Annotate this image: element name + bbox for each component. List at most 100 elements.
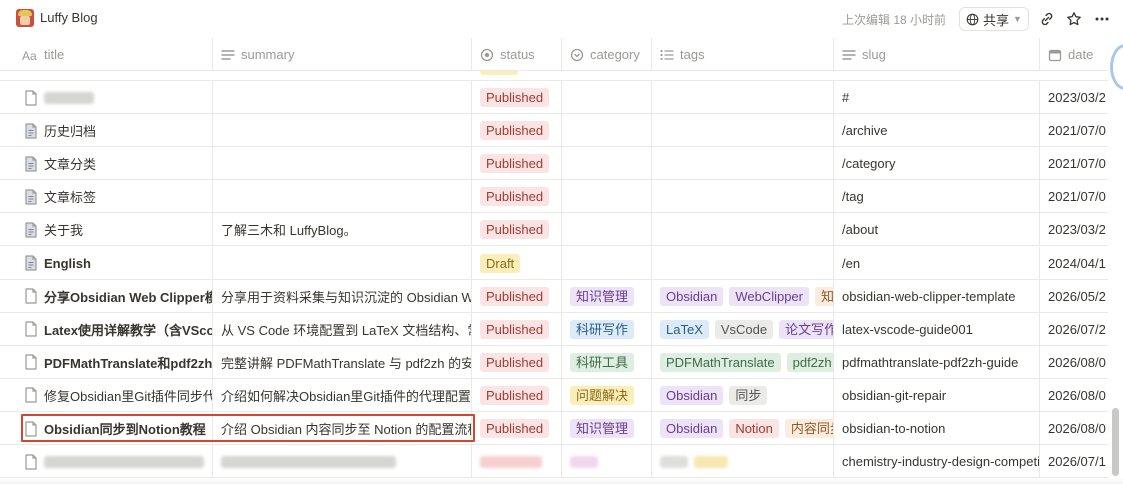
- date-cell[interactable]: 2021/07/0: [1040, 114, 1108, 147]
- slug-cell[interactable]: chemistry-industry-design-competit: [834, 445, 1040, 479]
- slug-cell[interactable]: obsidian-git-repair: [834, 378, 1040, 412]
- status-cell[interactable]: [472, 445, 562, 479]
- summary-cell[interactable]: 了解三木和 LuffyBlog。: [213, 213, 472, 247]
- category-cell[interactable]: [562, 180, 652, 214]
- date-cell[interactable]: 2026/07/1: [1040, 445, 1108, 478]
- summary-cell[interactable]: [213, 246, 472, 280]
- category-cell[interactable]: 问题解决: [562, 378, 652, 412]
- date-cell[interactable]: 2026/08/0: [1040, 412, 1108, 445]
- date-cell[interactable]: 2021/07/0: [1040, 147, 1108, 180]
- tags-cell[interactable]: [652, 445, 834, 479]
- title-cell[interactable]: 文章标签: [14, 180, 213, 214]
- summary-cell[interactable]: [213, 114, 472, 148]
- table-row[interactable]: 历史归档 Published/archive 2021/07/0: [0, 114, 1108, 148]
- summary-cell[interactable]: [213, 81, 472, 114]
- title-cell[interactable]: [14, 445, 213, 479]
- summary-cell[interactable]: 介绍如何解决Obsidian里Git插件的代理配置报: [213, 378, 472, 412]
- title-cell[interactable]: Latex使用详解教学（含VScode: [14, 312, 213, 346]
- tags-cell[interactable]: Obsidian Notion 内容同步: [652, 412, 834, 445]
- slug-cell[interactable]: /archive: [834, 114, 1040, 148]
- table-row[interactable]: PDFMathTranslate和pdf2zh详 完整讲解 PDFMathTran…: [0, 345, 1108, 379]
- table-row[interactable]: Latex使用详解教学（含VScode 从 VS Code 环境配置到 LaTeX…: [0, 312, 1108, 346]
- tags-cell[interactable]: [652, 81, 834, 114]
- status-cell[interactable]: Published: [472, 114, 562, 148]
- table-row[interactable]: 文章标签 Published/tag 2021/07/0: [0, 180, 1108, 214]
- table-row[interactable]: chemistry-industry-design-competit 2026/0…: [0, 445, 1108, 479]
- status-cell[interactable]: Draft: [472, 246, 562, 280]
- summary-cell[interactable]: 从 VS Code 环境配置到 LaTeX 文档结构、常用: [213, 312, 472, 346]
- title-cell[interactable]: 修复Obsidian里Git插件同步代: [14, 378, 213, 412]
- slug-cell[interactable]: /category: [834, 147, 1040, 181]
- table-row[interactable]: 关于我 了解三木和 LuffyBlog。 Published/about 2023/0…: [0, 213, 1108, 247]
- date-cell[interactable]: 2021/07/0: [1040, 180, 1108, 213]
- tags-cell[interactable]: [652, 213, 834, 247]
- date-cell[interactable]: 2023/03/2: [1040, 213, 1108, 246]
- title-cell[interactable]: Obsidian同步到Notion教程: [14, 412, 213, 445]
- summary-cell[interactable]: 分享用于资料采集与知识沉淀的 Obsidian Web: [213, 279, 472, 313]
- tags-cell[interactable]: PDFMathTranslate pdf2zh: [652, 345, 834, 379]
- status-cell[interactable]: Published: [472, 312, 562, 346]
- link-icon[interactable]: [1037, 9, 1057, 29]
- table-row[interactable]: 分享Obsidian Web Clipper模板 分享用于资料采集与知识沉淀的 O…: [0, 279, 1108, 313]
- vertical-scrollbar[interactable]: [1112, 408, 1119, 476]
- column-header-status[interactable]: status: [472, 38, 562, 71]
- share-button[interactable]: 共享 ▼: [959, 7, 1029, 31]
- status-cell[interactable]: Published: [472, 279, 562, 313]
- tags-cell[interactable]: LaTeX VsCode 论文写作: [652, 312, 834, 346]
- status-cell[interactable]: Published: [472, 345, 562, 379]
- category-cell[interactable]: [562, 213, 652, 247]
- tags-cell[interactable]: ObsidianWebClipper 知识: [652, 279, 834, 313]
- slug-cell[interactable]: obsidian-to-notion: [834, 412, 1040, 445]
- summary-cell[interactable]: 完整讲解 PDFMathTranslate 与 pdf2zh 的安装: [213, 345, 472, 379]
- category-cell[interactable]: 知识管理: [562, 412, 652, 445]
- status-cell[interactable]: Published: [472, 180, 562, 214]
- tags-cell[interactable]: [652, 114, 834, 148]
- summary-cell[interactable]: [213, 445, 472, 479]
- column-header-category[interactable]: category: [562, 38, 652, 71]
- luffy-avatar-icon[interactable]: [16, 9, 34, 27]
- tags-cell[interactable]: [652, 180, 834, 214]
- category-cell[interactable]: [562, 114, 652, 148]
- category-cell[interactable]: [562, 81, 652, 114]
- title-cell[interactable]: 文章分类: [14, 147, 213, 181]
- assistant-icon[interactable]: [1110, 44, 1123, 90]
- table-row[interactable]: Obsidian同步到Notion教程 介绍 Obsidian 内容同步至 Not…: [0, 412, 1108, 445]
- column-header-slug[interactable]: slug: [834, 38, 1040, 71]
- date-cell[interactable]: 2026/08/0: [1040, 379, 1108, 412]
- slug-cell[interactable]: /en: [834, 246, 1040, 280]
- title-cell[interactable]: English: [14, 246, 213, 280]
- tags-cell[interactable]: [652, 147, 834, 181]
- date-cell[interactable]: 2026/08/0: [1040, 346, 1108, 379]
- status-cell[interactable]: Published: [472, 81, 562, 114]
- title-cell[interactable]: 历史归档: [14, 114, 213, 148]
- title-cell[interactable]: 分享Obsidian Web Clipper模板: [14, 279, 213, 313]
- table-row[interactable]: 修复Obsidian里Git插件同步代 介绍如何解决Obsidian里Git插件的…: [0, 378, 1108, 412]
- slug-cell[interactable]: latex-vscode-guide001: [834, 312, 1040, 346]
- status-cell[interactable]: Published: [472, 412, 562, 445]
- title-cell[interactable]: [14, 81, 213, 114]
- tags-cell[interactable]: Obsidian 同步: [652, 378, 834, 412]
- status-cell[interactable]: Published: [472, 147, 562, 181]
- column-header-title[interactable]: Aa title: [14, 38, 213, 71]
- star-icon[interactable]: [1064, 9, 1084, 29]
- table-row[interactable]: Published #2023/03/2: [0, 81, 1108, 114]
- slug-cell[interactable]: pdfmathtranslate-pdf2zh-guide: [834, 345, 1040, 379]
- title-cell[interactable]: 关于我: [14, 213, 213, 247]
- category-cell[interactable]: 科研写作: [562, 312, 652, 346]
- tags-cell[interactable]: [652, 246, 834, 280]
- title-cell[interactable]: PDFMathTranslate和pdf2zh详: [14, 345, 213, 379]
- status-cell[interactable]: Published: [472, 213, 562, 247]
- page-title[interactable]: Luffy Blog: [40, 10, 98, 25]
- category-cell[interactable]: [562, 147, 652, 181]
- more-options-icon[interactable]: [1092, 9, 1112, 29]
- status-cell[interactable]: Published: [472, 378, 562, 412]
- summary-cell[interactable]: 介绍 Obsidian 内容同步至 Notion 的配置流程: [213, 412, 472, 445]
- slug-cell[interactable]: #: [834, 81, 1040, 114]
- slug-cell[interactable]: /tag: [834, 180, 1040, 214]
- category-cell[interactable]: [562, 246, 652, 280]
- category-cell[interactable]: 知识管理: [562, 279, 652, 313]
- date-cell[interactable]: 2023/03/2: [1040, 81, 1108, 114]
- table-row[interactable]: 文章分类 Published/category 2021/07/0: [0, 147, 1108, 181]
- slug-cell[interactable]: obsidian-web-clipper-template: [834, 279, 1040, 313]
- category-cell[interactable]: [562, 445, 652, 479]
